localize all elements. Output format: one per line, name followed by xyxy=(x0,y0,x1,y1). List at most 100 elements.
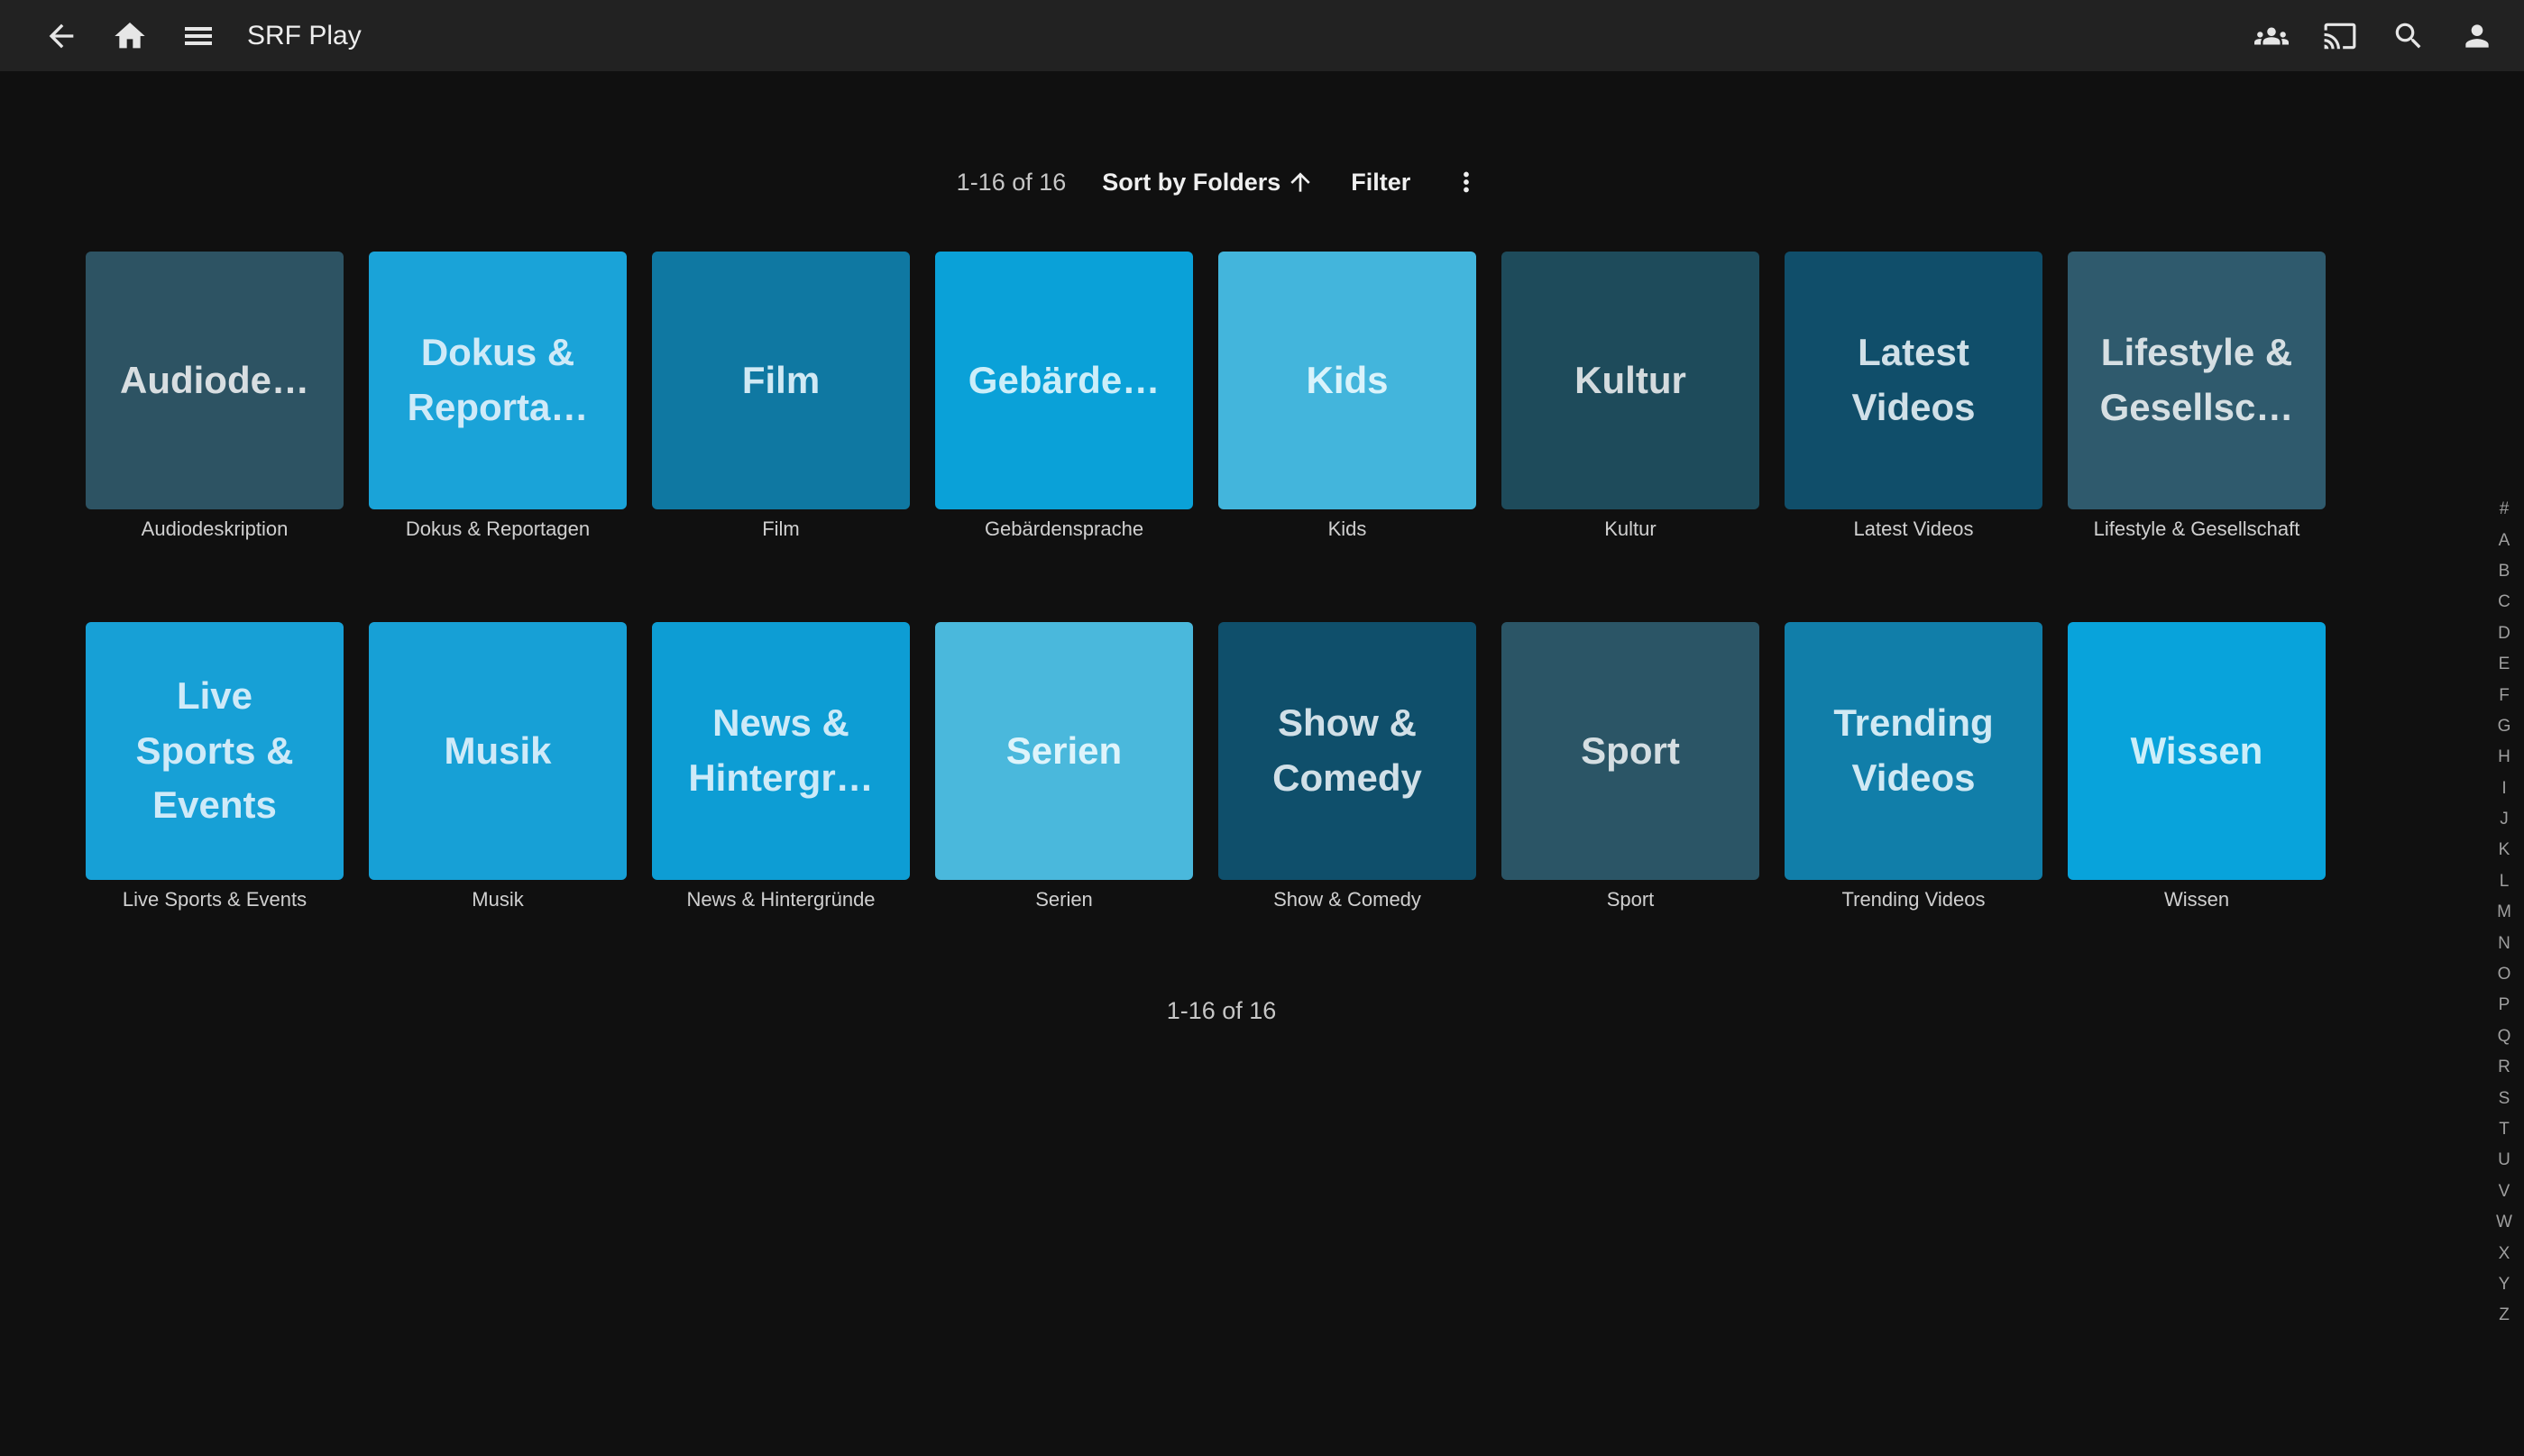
library-tile-caption: Wissen xyxy=(2068,888,2326,911)
library-tile-caption: Show & Comedy xyxy=(1218,888,1476,911)
library-cell: Kids Kids xyxy=(1218,252,1476,541)
library-tile-caption: Sport xyxy=(1501,888,1759,911)
library-tile-caption: Dokus & Reportagen xyxy=(369,517,627,541)
filter-button[interactable]: Filter xyxy=(1351,169,1410,197)
alpha-picker-letter[interactable]: K xyxy=(2484,835,2524,865)
top-app-bar: SRF Play xyxy=(0,0,2524,71)
library-tile-grid: Audiode… Audiodeskription Dokus & Reporta…… xyxy=(86,252,2326,911)
library-tile-caption: Audiodeskription xyxy=(86,517,344,541)
alpha-picker-letter[interactable]: J xyxy=(2484,804,2524,835)
search-button[interactable] xyxy=(2388,15,2429,57)
library-tile[interactable]: Serien xyxy=(935,622,1193,880)
library-cell: Serien Serien xyxy=(935,622,1193,911)
library-tile-title: Film xyxy=(742,353,820,408)
library-tile-title: Kids xyxy=(1306,353,1388,408)
library-cell: News & Hintergr… News & Hintergründe xyxy=(652,622,910,911)
library-tile-title: Wissen xyxy=(2131,724,2263,779)
library-tile[interactable]: Kids xyxy=(1218,252,1476,509)
alpha-picker-letter[interactable]: S xyxy=(2484,1083,2524,1113)
library-tile[interactable]: Audiode… xyxy=(86,252,344,509)
library-cell: Musik Musik xyxy=(369,622,627,911)
alpha-picker-letter[interactable]: O xyxy=(2484,959,2524,990)
person-icon xyxy=(2460,19,2494,53)
library-tile[interactable]: Wissen xyxy=(2068,622,2326,880)
library-cell: Latest VideosLatest Videos xyxy=(1785,252,2042,541)
library-tile[interactable]: News & Hintergr… xyxy=(652,622,910,880)
library-tile-caption: Serien xyxy=(935,888,1193,911)
alpha-picker-letter[interactable]: R xyxy=(2484,1052,2524,1083)
library-tile[interactable]: Live Sports & Events xyxy=(86,622,344,880)
library-cell: Audiode… Audiodeskription xyxy=(86,252,344,541)
home-button[interactable] xyxy=(109,15,151,57)
library-cell: Live Sports & EventsLive Sports & Events xyxy=(86,622,344,911)
alpha-picker-letter[interactable]: U xyxy=(2484,1145,2524,1176)
alpha-picker-letter[interactable]: H xyxy=(2484,742,2524,773)
library-tile[interactable]: Show & Comedy xyxy=(1218,622,1476,880)
alpha-picker-letter[interactable]: C xyxy=(2484,587,2524,618)
library-cell: Trending Videos Trending Videos xyxy=(1785,622,2042,911)
alpha-picker-letter[interactable]: T xyxy=(2484,1114,2524,1145)
alpha-picker-letter[interactable]: L xyxy=(2484,866,2524,897)
alpha-picker-letter[interactable]: P xyxy=(2484,990,2524,1021)
alpha-picker-letter[interactable]: X xyxy=(2484,1238,2524,1268)
library-page: 1-16 of 16 Sort by Folders Filter Audiod… xyxy=(0,158,2443,1025)
library-cell: Gebärde… Gebärdensprache xyxy=(935,252,1193,541)
alpha-picker-letter[interactable]: N xyxy=(2484,928,2524,958)
library-tile-title: Trending Videos xyxy=(1833,696,1993,806)
alphabet-picker: #ABCDEFGHIJKLMNOPQRSTUVWXYZ xyxy=(2484,494,2524,1332)
cast-button[interactable] xyxy=(2319,15,2361,57)
item-count: 1-16 of 16 xyxy=(957,169,1067,197)
library-tile[interactable]: Lifestyle & Gesellsc… xyxy=(2068,252,2326,509)
search-icon xyxy=(2391,19,2426,53)
home-icon xyxy=(112,18,148,54)
page-title: SRF Play xyxy=(247,21,362,51)
library-tile[interactable]: Latest Videos xyxy=(1785,252,2042,509)
library-cell: Lifestyle & Gesellsc…Lifestyle & Gesells… xyxy=(2068,252,2326,541)
library-tile[interactable]: Trending Videos xyxy=(1785,622,2042,880)
library-tile-title: News & Hintergr… xyxy=(688,696,873,806)
filter-button-label: Filter xyxy=(1351,169,1410,197)
alpha-picker-letter[interactable]: B xyxy=(2484,556,2524,587)
library-tile-caption: Gebärdensprache xyxy=(935,517,1193,541)
menu-button[interactable] xyxy=(178,15,219,57)
library-tile-caption: Kids xyxy=(1218,517,1476,541)
alpha-picker-letter[interactable]: # xyxy=(2484,494,2524,525)
user-profile-button[interactable] xyxy=(2456,15,2498,57)
alpha-picker-letter[interactable]: E xyxy=(2484,649,2524,680)
library-tile[interactable]: Dokus & Reporta… xyxy=(369,252,627,509)
hamburger-menu-icon xyxy=(180,18,216,54)
alpha-picker-letter[interactable]: G xyxy=(2484,711,2524,742)
library-tile[interactable]: Sport xyxy=(1501,622,1759,880)
alpha-picker-letter[interactable]: I xyxy=(2484,774,2524,804)
library-tile-caption: Kultur xyxy=(1501,517,1759,541)
library-tile[interactable]: Film xyxy=(652,252,910,509)
library-tile[interactable]: Musik xyxy=(369,622,627,880)
alpha-picker-letter[interactable]: Z xyxy=(2484,1300,2524,1331)
library-tile[interactable]: Gebärde… xyxy=(935,252,1193,509)
alpha-picker-letter[interactable]: Y xyxy=(2484,1269,2524,1300)
syncplay-button[interactable] xyxy=(2251,15,2292,57)
arrow-upward-icon xyxy=(1286,168,1315,197)
library-tile-caption: Musik xyxy=(369,888,627,911)
more-options-button[interactable] xyxy=(1446,162,1486,202)
library-tile[interactable]: Kultur xyxy=(1501,252,1759,509)
sort-button[interactable]: Sort by Folders xyxy=(1102,168,1315,197)
library-cell: FilmFilm xyxy=(652,252,910,541)
library-tile-caption: News & Hintergründe xyxy=(652,888,910,911)
library-tile-title: Gebärde… xyxy=(968,353,1160,408)
library-tile-title: Kultur xyxy=(1574,353,1686,408)
library-tile-title: Live Sports & Events xyxy=(135,669,293,834)
library-tile-caption: Trending Videos xyxy=(1785,888,2042,911)
library-cell: Sport Sport xyxy=(1501,622,1759,911)
library-tile-title: Serien xyxy=(1006,724,1122,779)
back-button[interactable] xyxy=(41,15,82,57)
alpha-picker-letter[interactable]: D xyxy=(2484,618,2524,649)
alpha-picker-letter[interactable]: W xyxy=(2484,1207,2524,1238)
library-cell: Kultur Kultur xyxy=(1501,252,1759,541)
alpha-picker-letter[interactable]: V xyxy=(2484,1177,2524,1207)
alpha-picker-letter[interactable]: A xyxy=(2484,525,2524,555)
group-people-icon xyxy=(2254,19,2289,53)
alpha-picker-letter[interactable]: Q xyxy=(2484,1021,2524,1052)
alpha-picker-letter[interactable]: M xyxy=(2484,897,2524,928)
alpha-picker-letter[interactable]: F xyxy=(2484,680,2524,710)
